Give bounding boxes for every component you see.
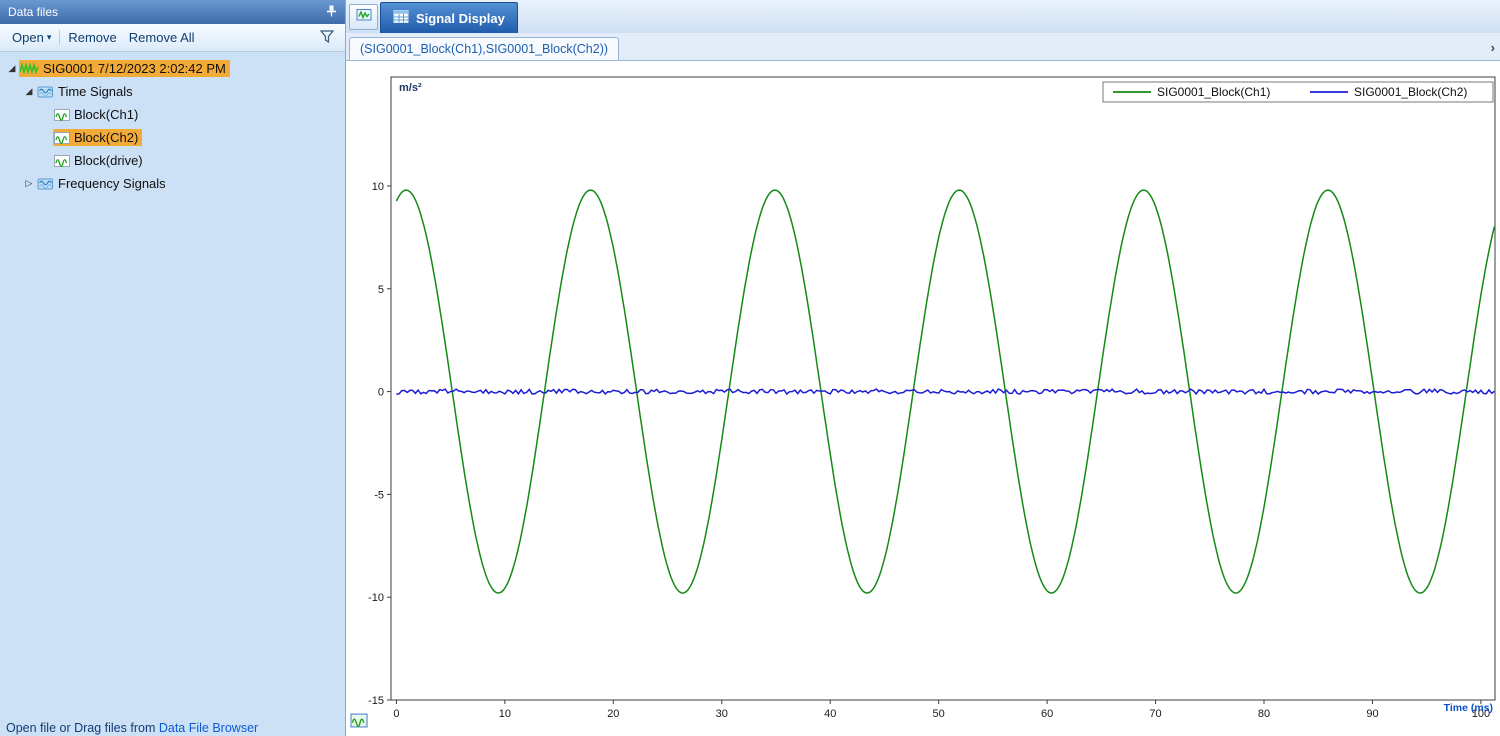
tree-item-label: Frequency Signals — [58, 176, 166, 191]
chevron-right-icon[interactable]: › — [1491, 40, 1495, 55]
signal-chart[interactable]: 0 10 20 30 40 50 60 70 80 90 10 010 5 0 -5 -10 -15 m/s² Ti… — [346, 61, 1500, 736]
svg-text:40: 40 — [824, 708, 836, 720]
svg-text:90: 90 — [1366, 708, 1378, 720]
y-axis-ticks: 10 5 0 -5 -10 -15 — [368, 181, 391, 707]
panel-footer: Open file or Drag files from Data File B… — [0, 717, 345, 736]
tree-item[interactable]: Block(Ch1) — [0, 103, 345, 126]
tree-item-label: Block(Ch1) — [74, 107, 139, 122]
document-tab[interactable]: (SIG0001_Block(Ch1),SIG0001_Block(Ch2)) — [349, 37, 620, 60]
signals-folder-icon — [37, 177, 54, 191]
tree-item[interactable]: ◢ SIG0001 7/12/2023 2:02:42 PM — [0, 57, 345, 80]
tree-item[interactable]: Block(Ch2) — [0, 126, 345, 149]
signal-file-icon — [20, 62, 39, 75]
pin-icon[interactable] — [326, 5, 337, 20]
open-button[interactable]: Open ▾ — [6, 28, 57, 47]
tree-item[interactable]: ▷ Frequency Signals — [0, 172, 345, 195]
tab-bar: Signal Display — [346, 0, 1500, 33]
expander-expanded-icon[interactable]: ◢ — [22, 86, 36, 97]
plot-border — [390, 76, 1496, 701]
footer-text: Open file or Drag files from — [6, 721, 156, 735]
signals-folder-icon — [37, 85, 54, 99]
tree-item-label: Block(Ch2) — [74, 130, 139, 145]
svg-text:-10: -10 — [368, 592, 384, 604]
svg-text:60: 60 — [1041, 708, 1053, 720]
signal-display-icon — [393, 9, 409, 27]
remove-button[interactable]: Remove — [62, 28, 122, 47]
svg-text:-5: -5 — [374, 489, 384, 501]
tab-signal-display[interactable]: Signal Display — [380, 2, 518, 33]
panel-title: Data files — [8, 5, 59, 19]
tree-node: Block(drive) — [53, 152, 147, 169]
panel-titlebar: Data files — [0, 0, 345, 24]
tree-node: Time Signals — [36, 83, 137, 100]
application-window: Data files Open ▾ Remove Remove All ◢ SIG… — [0, 0, 1500, 736]
tree-item-label: Block(drive) — [74, 153, 143, 168]
expander-expanded-icon[interactable]: ◢ — [5, 63, 19, 74]
block-signal-icon — [54, 108, 70, 122]
tree-node: Block(Ch2) — [53, 129, 143, 146]
svg-text:30: 30 — [716, 708, 728, 720]
block-signal-icon — [54, 154, 70, 168]
svg-text:SIG0001_Block(Ch2): SIG0001_Block(Ch2) — [1354, 85, 1467, 99]
svg-text:0: 0 — [393, 708, 399, 720]
y-axis-label: m/s² — [399, 82, 422, 94]
tree-node: SIG0001 7/12/2023 2:02:42 PM — [19, 60, 230, 77]
svg-text:-15: -15 — [368, 695, 384, 707]
legend: SIG0001_Block(Ch1) SIG0001_Block(Ch2) — [1102, 81, 1494, 103]
document-tab-bar: (SIG0001_Block(Ch1),SIG0001_Block(Ch2)) … — [346, 33, 1500, 61]
tree-node: Block(Ch1) — [53, 106, 142, 123]
signal-thumbnail-icon[interactable] — [350, 713, 368, 733]
tree-node: Frequency Signals — [36, 175, 170, 192]
svg-text:10: 10 — [499, 708, 511, 720]
svg-text:70: 70 — [1149, 708, 1161, 720]
x-axis-ticks: 0 10 20 30 40 50 60 70 80 90 100 — [393, 700, 1490, 720]
svg-text:SIG0001_Block(Ch1): SIG0001_Block(Ch1) — [1157, 85, 1270, 99]
svg-text:0: 0 — [378, 387, 384, 399]
open-button-label: Open — [12, 30, 44, 45]
tree-item[interactable]: ◢ Time Signals — [0, 80, 345, 103]
data-files-tree: ◢ SIG0001 7/12/2023 2:02:42 PM ◢ Time Signa… — [0, 52, 345, 736]
signal-display-area: Signal Display (SIG0001_Block(Ch1),SIG00… — [346, 0, 1500, 736]
svg-text:50: 50 — [933, 708, 945, 720]
svg-text:80: 80 — [1258, 708, 1270, 720]
svg-text:5: 5 — [378, 284, 384, 296]
toolbar-separator — [59, 30, 61, 45]
tab-signal-display-label: Signal Display — [416, 10, 505, 26]
tree-item-label: Time Signals — [58, 84, 133, 99]
tree-item[interactable]: Block(drive) — [0, 149, 345, 172]
block-signal-icon — [54, 131, 70, 145]
remove-all-button[interactable]: Remove All — [123, 28, 201, 47]
expander-collapsed-icon[interactable]: ▷ — [22, 178, 36, 189]
data-files-panel: Data files Open ▾ Remove Remove All ◢ SIG… — [0, 0, 346, 736]
oscilloscope-icon — [356, 7, 372, 28]
tab-mini[interactable] — [349, 4, 378, 30]
data-files-toolbar: Open ▾ Remove Remove All — [0, 24, 345, 52]
tree-item-label: SIG0001 7/12/2023 2:02:42 PM — [43, 61, 226, 76]
filter-icon[interactable] — [315, 28, 339, 48]
svg-text:20: 20 — [607, 708, 619, 720]
chart-panel: 0 10 20 30 40 50 60 70 80 90 10 0 10 5 0 -5 -10 -15 m/s² Ti… — [346, 61, 1500, 736]
data-file-browser-link[interactable]: Data File Browser — [159, 721, 258, 735]
svg-text:10: 10 — [372, 181, 384, 193]
chevron-down-icon: ▾ — [46, 32, 52, 42]
x-axis-label: Time (ms) — [1444, 702, 1493, 714]
